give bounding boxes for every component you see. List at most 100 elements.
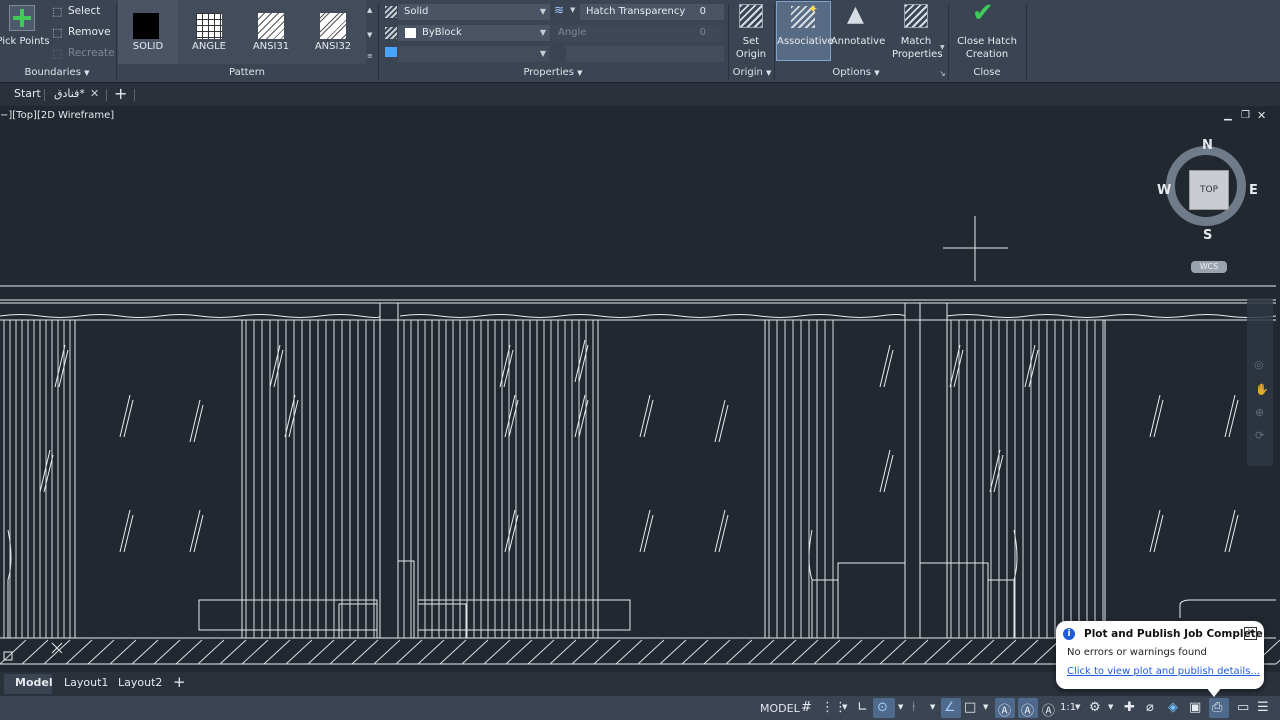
viewcube-top-face[interactable]: TOP (1189, 170, 1229, 210)
reflection-mark (508, 399, 519, 438)
background-color-dropdown[interactable]: ▼ (398, 46, 550, 62)
compass-north[interactable]: N (1202, 138, 1213, 153)
clean-screen-icon[interactable]: ▣ (1189, 700, 1201, 715)
hatch-line (219, 639, 247, 665)
minimize-viewport-icon[interactable]: ▁ (1224, 110, 1232, 121)
navigation-bar[interactable]: ◎ ✋ ⊕ ⟳ (1247, 298, 1273, 466)
reflection-mark (643, 399, 654, 438)
match-properties-button[interactable]: Match Properties ▼ (888, 2, 946, 62)
pattern-ansi32[interactable]: ANSI32 (303, 0, 363, 64)
options-panel-label[interactable]: Options ▼ (776, 67, 936, 78)
gallery-scroll-down[interactable]: ▼ (367, 31, 372, 39)
annotative-toggle[interactable]: ▲ Annotative (831, 2, 885, 62)
viewcube[interactable]: TOP N S E W (1157, 138, 1262, 244)
object-snap-icon[interactable]: □ (964, 700, 976, 715)
ansi32-pattern-icon (320, 13, 346, 39)
snap-dropdown-icon[interactable]: ▼ (842, 703, 847, 711)
annotation-scale-icon[interactable]: Ⓐ (1042, 700, 1055, 719)
checkmark-icon: ✔ (972, 0, 994, 28)
reflection-mark (643, 514, 654, 553)
transparency-dropdown-caret[interactable]: ▼ (570, 6, 575, 14)
options-dialog-launcher[interactable]: ↘ (939, 69, 946, 78)
pattern-solid[interactable]: SOLID (118, 0, 178, 64)
compass-south[interactable]: S (1203, 228, 1212, 243)
remove-button[interactable]: ⬚ Remove (50, 26, 112, 40)
viewport-label[interactable]: −][Top][2D Wireframe] (0, 110, 114, 121)
notification-link[interactable]: Click to view plot and publish details..… (1067, 666, 1260, 677)
hardware-acceleration-icon[interactable]: ◈ (1168, 700, 1178, 715)
scale-field[interactable] (566, 46, 724, 62)
set-origin-icon (739, 4, 763, 28)
hatch-type-dropdown[interactable]: Solid ▼ (398, 4, 550, 20)
properties-panel-label[interactable]: Properties ▼ (380, 67, 726, 78)
isolate-objects-icon[interactable]: ⌀ (1146, 700, 1154, 715)
notification-message: No errors or warnings found (1067, 647, 1207, 658)
pick-points-button[interactable]: Pick Points (0, 3, 50, 49)
origin-panel-label[interactable]: Origin ▼ (728, 67, 776, 78)
tab-divider (134, 89, 135, 101)
select-button[interactable]: ⬚ Select (50, 5, 112, 19)
reflection-mark (119, 394, 131, 438)
annotation-scale-value[interactable]: 1:1 (1060, 702, 1076, 713)
gear-icon[interactable]: ⚙ (1089, 700, 1101, 715)
pattern-solid-label: SOLID (132, 41, 164, 52)
cabinet (837, 562, 906, 639)
grid-icon[interactable]: # (801, 700, 812, 715)
hatch-line (791, 639, 819, 665)
isodraft-dropdown-icon[interactable]: ▼ (930, 703, 935, 711)
new-tab-button[interactable]: + (114, 84, 127, 103)
scale-dropdown-icon[interactable]: ▼ (1075, 703, 1080, 711)
full-navigation-wheel-icon[interactable]: ◎ (1254, 358, 1264, 371)
plus-icon[interactable]: ✚ (1124, 700, 1135, 715)
model-space-button[interactable]: MODEL (760, 702, 800, 715)
pan-icon[interactable]: ✋ (1255, 383, 1269, 396)
pattern-angle[interactable]: ANGLE (179, 0, 239, 64)
annotation-visibility-icon: Ⓐ (998, 704, 1012, 719)
hatch-line (87, 639, 115, 665)
pattern-ansi32-label: ANSI32 (314, 41, 352, 52)
ortho-icon[interactable]: ∟ (857, 700, 868, 715)
reflection-mark (123, 399, 134, 438)
ucs-menu[interactable]: WCS (1191, 261, 1227, 273)
gallery-scroll-up[interactable]: ▲ (367, 6, 372, 14)
object-snap-dropdown-icon[interactable]: ▼ (983, 703, 988, 711)
zoom-extents-icon[interactable]: ⊕ (1255, 406, 1264, 419)
glass-reflections (39, 339, 1239, 553)
menu-icon[interactable]: ☰ (1257, 700, 1269, 715)
compass-west[interactable]: W (1157, 183, 1171, 198)
isodraft-icon[interactable]: ⍿ (912, 700, 915, 715)
workspace-dropdown-icon[interactable]: ▼ (1108, 703, 1113, 711)
compass-east[interactable]: E (1249, 183, 1258, 198)
transparency-value: 0 (699, 6, 706, 17)
hatch-color-dropdown[interactable]: ByBlock ▼ (398, 25, 550, 41)
panel-divider (774, 4, 775, 80)
pattern-ansi31[interactable]: ANSI31 (241, 0, 301, 64)
hatch-transparency-field[interactable]: Hatch Transparency 0 (580, 4, 724, 20)
tab-layout1[interactable]: Layout1 (64, 676, 108, 689)
boundaries-panel-label[interactable]: Boundaries ▼ (0, 67, 114, 78)
set-origin-button[interactable]: Set Origin (730, 2, 772, 62)
chevron-down-icon: ▼ (874, 69, 880, 77)
associative-toggle[interactable]: ✦ Associative (776, 1, 834, 61)
tab-drawing[interactable]: فنادق* ✕ (48, 83, 106, 107)
close-icon[interactable]: ✕ (90, 87, 99, 100)
plot-publish-notification[interactable]: i Plot and Publish Job Complete ✕ No err… (1056, 621, 1264, 697)
orbit-icon[interactable]: ⟳ (1255, 429, 1264, 442)
restore-viewport-icon[interactable]: ❐ (1241, 110, 1250, 121)
tab-layout2[interactable]: Layout2 (118, 676, 162, 689)
add-layout-button[interactable]: + (173, 673, 186, 691)
drawing-viewport[interactable]: ▁ ❐ ✕ TOP N S E W WCS ◎ ✋ ⊕ ⟳ (0, 106, 1280, 672)
gallery-expand[interactable]: ≡ (367, 52, 373, 60)
close-icon[interactable]: ✕ (1244, 627, 1257, 640)
pattern-angle-label: ANGLE (192, 41, 226, 52)
tab-start[interactable]: Start (14, 87, 41, 100)
fullscreen-icon[interactable]: ▭ (1237, 700, 1249, 715)
angle-field[interactable]: Angle 0 (552, 25, 724, 41)
remove-icon: ⬚ (52, 26, 63, 39)
hatch-line (175, 639, 203, 665)
close-hatch-creation-button[interactable]: ✔ Close Hatch Creation (950, 0, 1024, 62)
drawing-canvas[interactable] (0, 106, 1280, 672)
recreate-button[interactable]: ⬚ Recreate (50, 47, 115, 61)
close-viewport-icon[interactable]: ✕ (1257, 109, 1266, 122)
polar-dropdown-icon[interactable]: ▼ (898, 703, 903, 711)
